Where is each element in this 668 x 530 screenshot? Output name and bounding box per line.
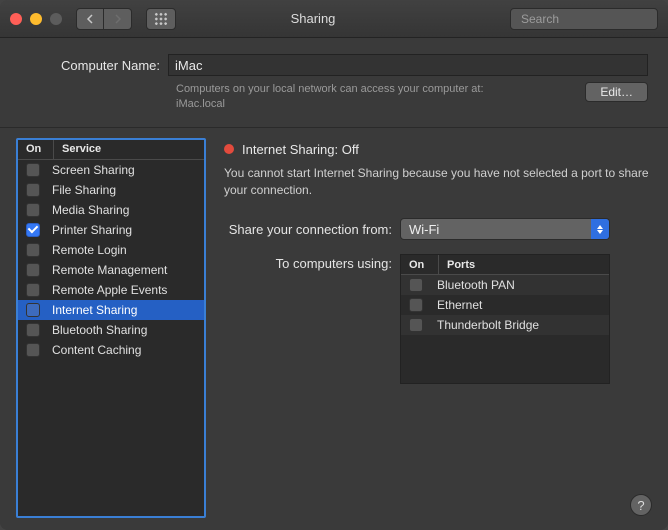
service-item[interactable]: Content Caching: [18, 340, 204, 360]
ports-table: On Ports Bluetooth PAN Ethernet Thunderbol…: [400, 254, 610, 384]
service-label: Screen Sharing: [52, 163, 135, 177]
service-checkbox[interactable]: [26, 223, 40, 237]
main-content: On Service Screen Sharing File Sharing Med…: [0, 128, 668, 530]
service-label: Content Caching: [52, 343, 141, 357]
computer-name-input[interactable]: [168, 54, 648, 76]
share-from-label: Share your connection from:: [224, 222, 400, 237]
service-label: File Sharing: [52, 183, 116, 197]
to-computers-label: To computers using:: [224, 254, 400, 271]
ports-header: On Ports: [401, 255, 609, 275]
service-checkbox[interactable]: [26, 283, 40, 297]
status-warning: You cannot start Internet Sharing becaus…: [224, 165, 652, 199]
service-label: Printer Sharing: [52, 223, 132, 237]
port-label: Ethernet: [437, 298, 482, 312]
service-label: Remote Apple Events: [52, 283, 167, 297]
back-button[interactable]: [76, 8, 104, 30]
service-checkbox[interactable]: [26, 343, 40, 357]
titlebar: Sharing: [0, 0, 668, 38]
hint-line1: Computers on your local network can acce…: [176, 83, 484, 95]
service-checkbox[interactable]: [26, 203, 40, 217]
zoom-icon[interactable]: [50, 13, 62, 25]
service-item[interactable]: File Sharing: [18, 180, 204, 200]
service-checkbox[interactable]: [26, 183, 40, 197]
port-checkbox[interactable]: [409, 298, 423, 312]
edit-button[interactable]: Edit…: [585, 82, 648, 102]
service-item[interactable]: Media Sharing: [18, 200, 204, 220]
port-row[interactable]: Bluetooth PAN: [401, 275, 609, 295]
window-controls: [10, 13, 62, 25]
service-item[interactable]: Bluetooth Sharing: [18, 320, 204, 340]
col-service[interactable]: Service: [54, 143, 204, 155]
port-row[interactable]: Ethernet: [401, 295, 609, 315]
help-button[interactable]: ?: [630, 494, 652, 516]
share-from-value: Wi-Fi: [409, 222, 439, 237]
close-icon[interactable]: [10, 13, 22, 25]
service-item[interactable]: Remote Management: [18, 260, 204, 280]
service-label: Bluetooth Sharing: [52, 323, 147, 337]
service-item[interactable]: Remote Apple Events: [18, 280, 204, 300]
service-detail: Internet Sharing: Off You cannot start I…: [224, 138, 652, 518]
service-item[interactable]: Remote Login: [18, 240, 204, 260]
service-label: Media Sharing: [52, 203, 129, 217]
service-item[interactable]: Screen Sharing: [18, 160, 204, 180]
service-checkbox[interactable]: [26, 303, 40, 317]
service-item[interactable]: Printer Sharing: [18, 220, 204, 240]
port-checkbox[interactable]: [409, 278, 423, 292]
port-label: Bluetooth PAN: [437, 278, 515, 292]
col-on[interactable]: On: [18, 140, 54, 159]
search-field[interactable]: [510, 8, 658, 30]
search-input[interactable]: [521, 12, 668, 26]
service-checkbox[interactable]: [26, 163, 40, 177]
services-header: On Service: [18, 140, 204, 160]
hint-line2: iMac.local: [176, 98, 225, 110]
ports-col-ports[interactable]: Ports: [439, 259, 609, 271]
port-checkbox[interactable]: [409, 318, 423, 332]
port-row[interactable]: Thunderbolt Bridge: [401, 315, 609, 335]
services-list: On Service Screen Sharing File Sharing Med…: [16, 138, 206, 518]
port-label: Thunderbolt Bridge: [437, 318, 539, 332]
service-label: Remote Management: [52, 263, 167, 277]
status-title: Internet Sharing: Off: [242, 142, 359, 157]
chevron-up-down-icon: [591, 219, 609, 239]
service-label: Remote Login: [52, 243, 127, 257]
service-label: Internet Sharing: [52, 303, 137, 317]
window-title: Sharing: [124, 11, 502, 26]
service-checkbox[interactable]: [26, 323, 40, 337]
minimize-icon[interactable]: [30, 13, 42, 25]
service-checkbox[interactable]: [26, 243, 40, 257]
computer-name-label: Computer Name:: [20, 58, 168, 73]
service-checkbox[interactable]: [26, 263, 40, 277]
ports-col-on[interactable]: On: [401, 255, 439, 274]
status-indicator-icon: [224, 144, 234, 154]
computer-name-hint: Computers on your local network can acce…: [168, 82, 585, 113]
service-item[interactable]: Internet Sharing: [18, 300, 204, 320]
share-from-select[interactable]: Wi-Fi: [400, 218, 610, 240]
computer-name-section: Computer Name: Computers on your local n…: [0, 38, 668, 128]
